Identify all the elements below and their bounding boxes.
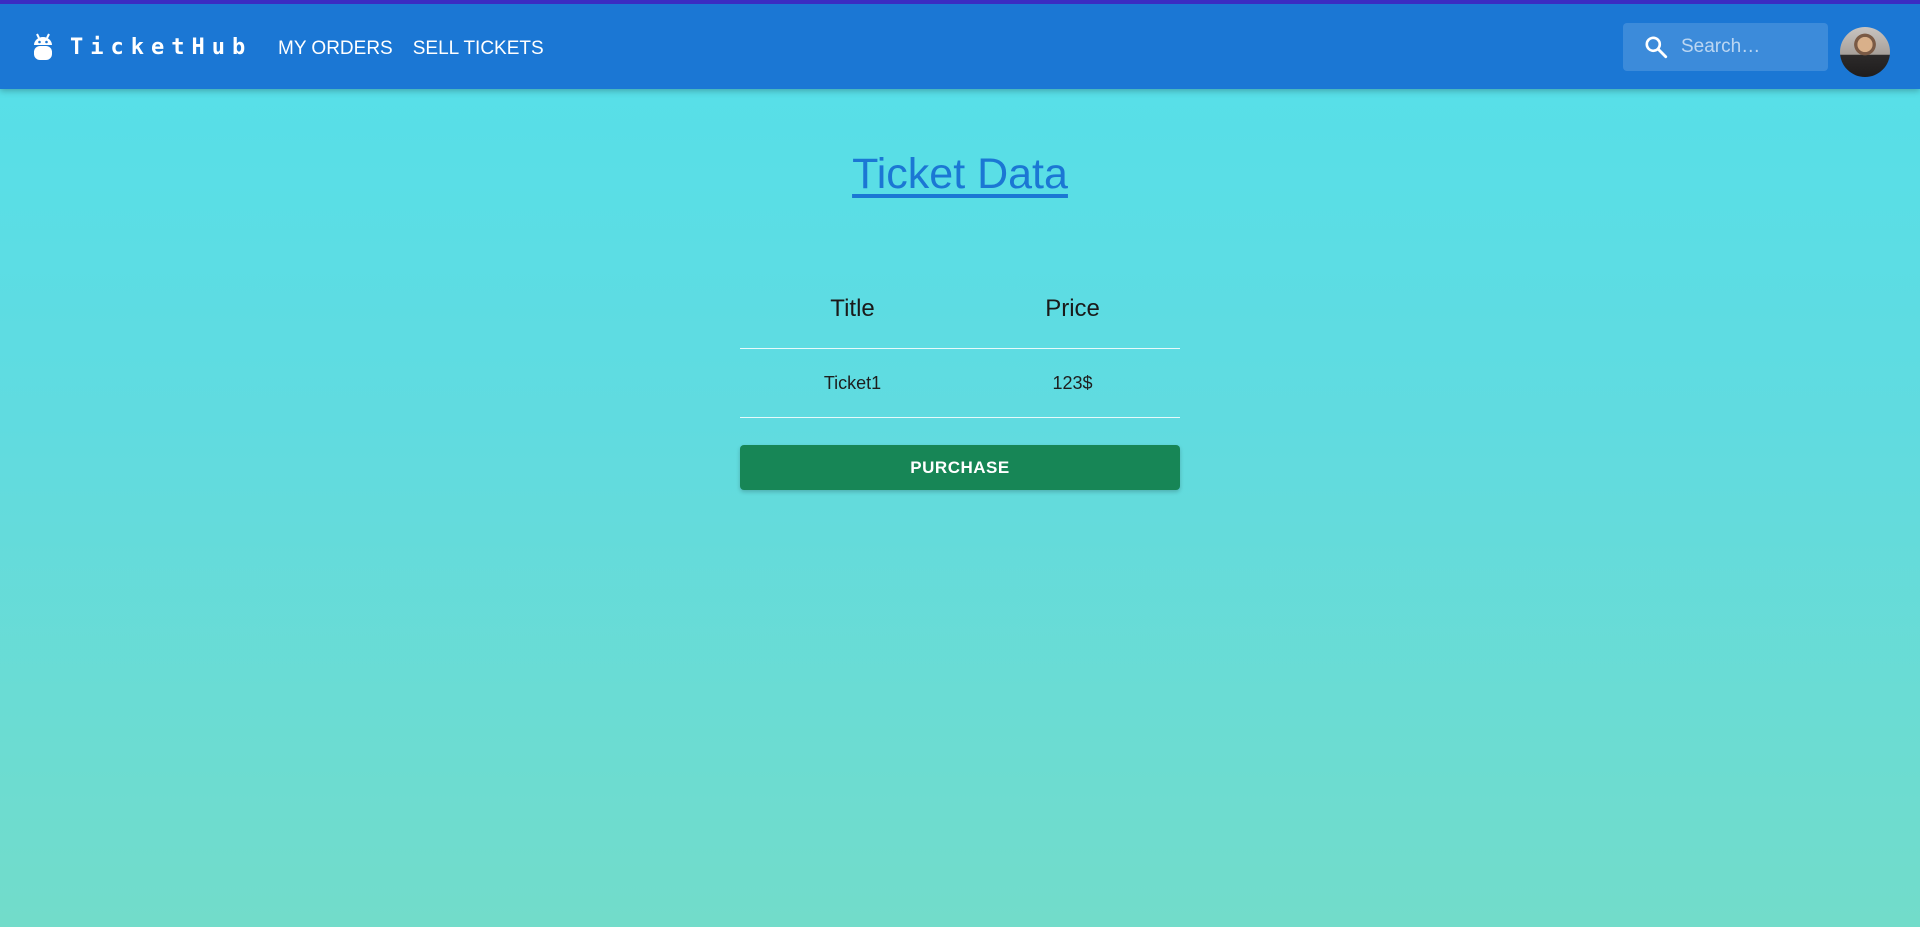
column-header-price: Price bbox=[965, 270, 1180, 349]
ticket-title-cell: Ticket1 bbox=[740, 348, 966, 418]
user-avatar[interactable] bbox=[1840, 27, 1890, 77]
search-input[interactable] bbox=[1679, 35, 1823, 59]
column-header-title: Title bbox=[740, 270, 966, 349]
main-nav: MY ORDERS SELL TICKETS bbox=[278, 38, 544, 60]
brand[interactable]: TicketHub bbox=[32, 32, 252, 62]
ticket-table: Title Price Ticket1 123$ bbox=[740, 270, 1180, 418]
ticket-price-cell: 123$ bbox=[965, 348, 1180, 418]
search-box[interactable] bbox=[1623, 23, 1828, 71]
brand-name: TicketHub bbox=[70, 34, 253, 60]
purchase-button[interactable]: PURCHASE bbox=[740, 445, 1180, 490]
nav-my-orders[interactable]: MY ORDERS bbox=[278, 38, 393, 60]
search-icon bbox=[1643, 34, 1669, 60]
page-title-link[interactable]: Ticket Data bbox=[852, 150, 1068, 198]
table-header-row: Title Price bbox=[740, 270, 1180, 349]
app-bar: TicketHub MY ORDERS SELL TICKETS bbox=[0, 0, 1920, 89]
table-row: Ticket1 123$ bbox=[740, 348, 1180, 418]
page-heading: Ticket Data bbox=[0, 150, 1920, 199]
nav-sell-tickets[interactable]: SELL TICKETS bbox=[413, 38, 544, 60]
android-icon bbox=[32, 32, 54, 62]
